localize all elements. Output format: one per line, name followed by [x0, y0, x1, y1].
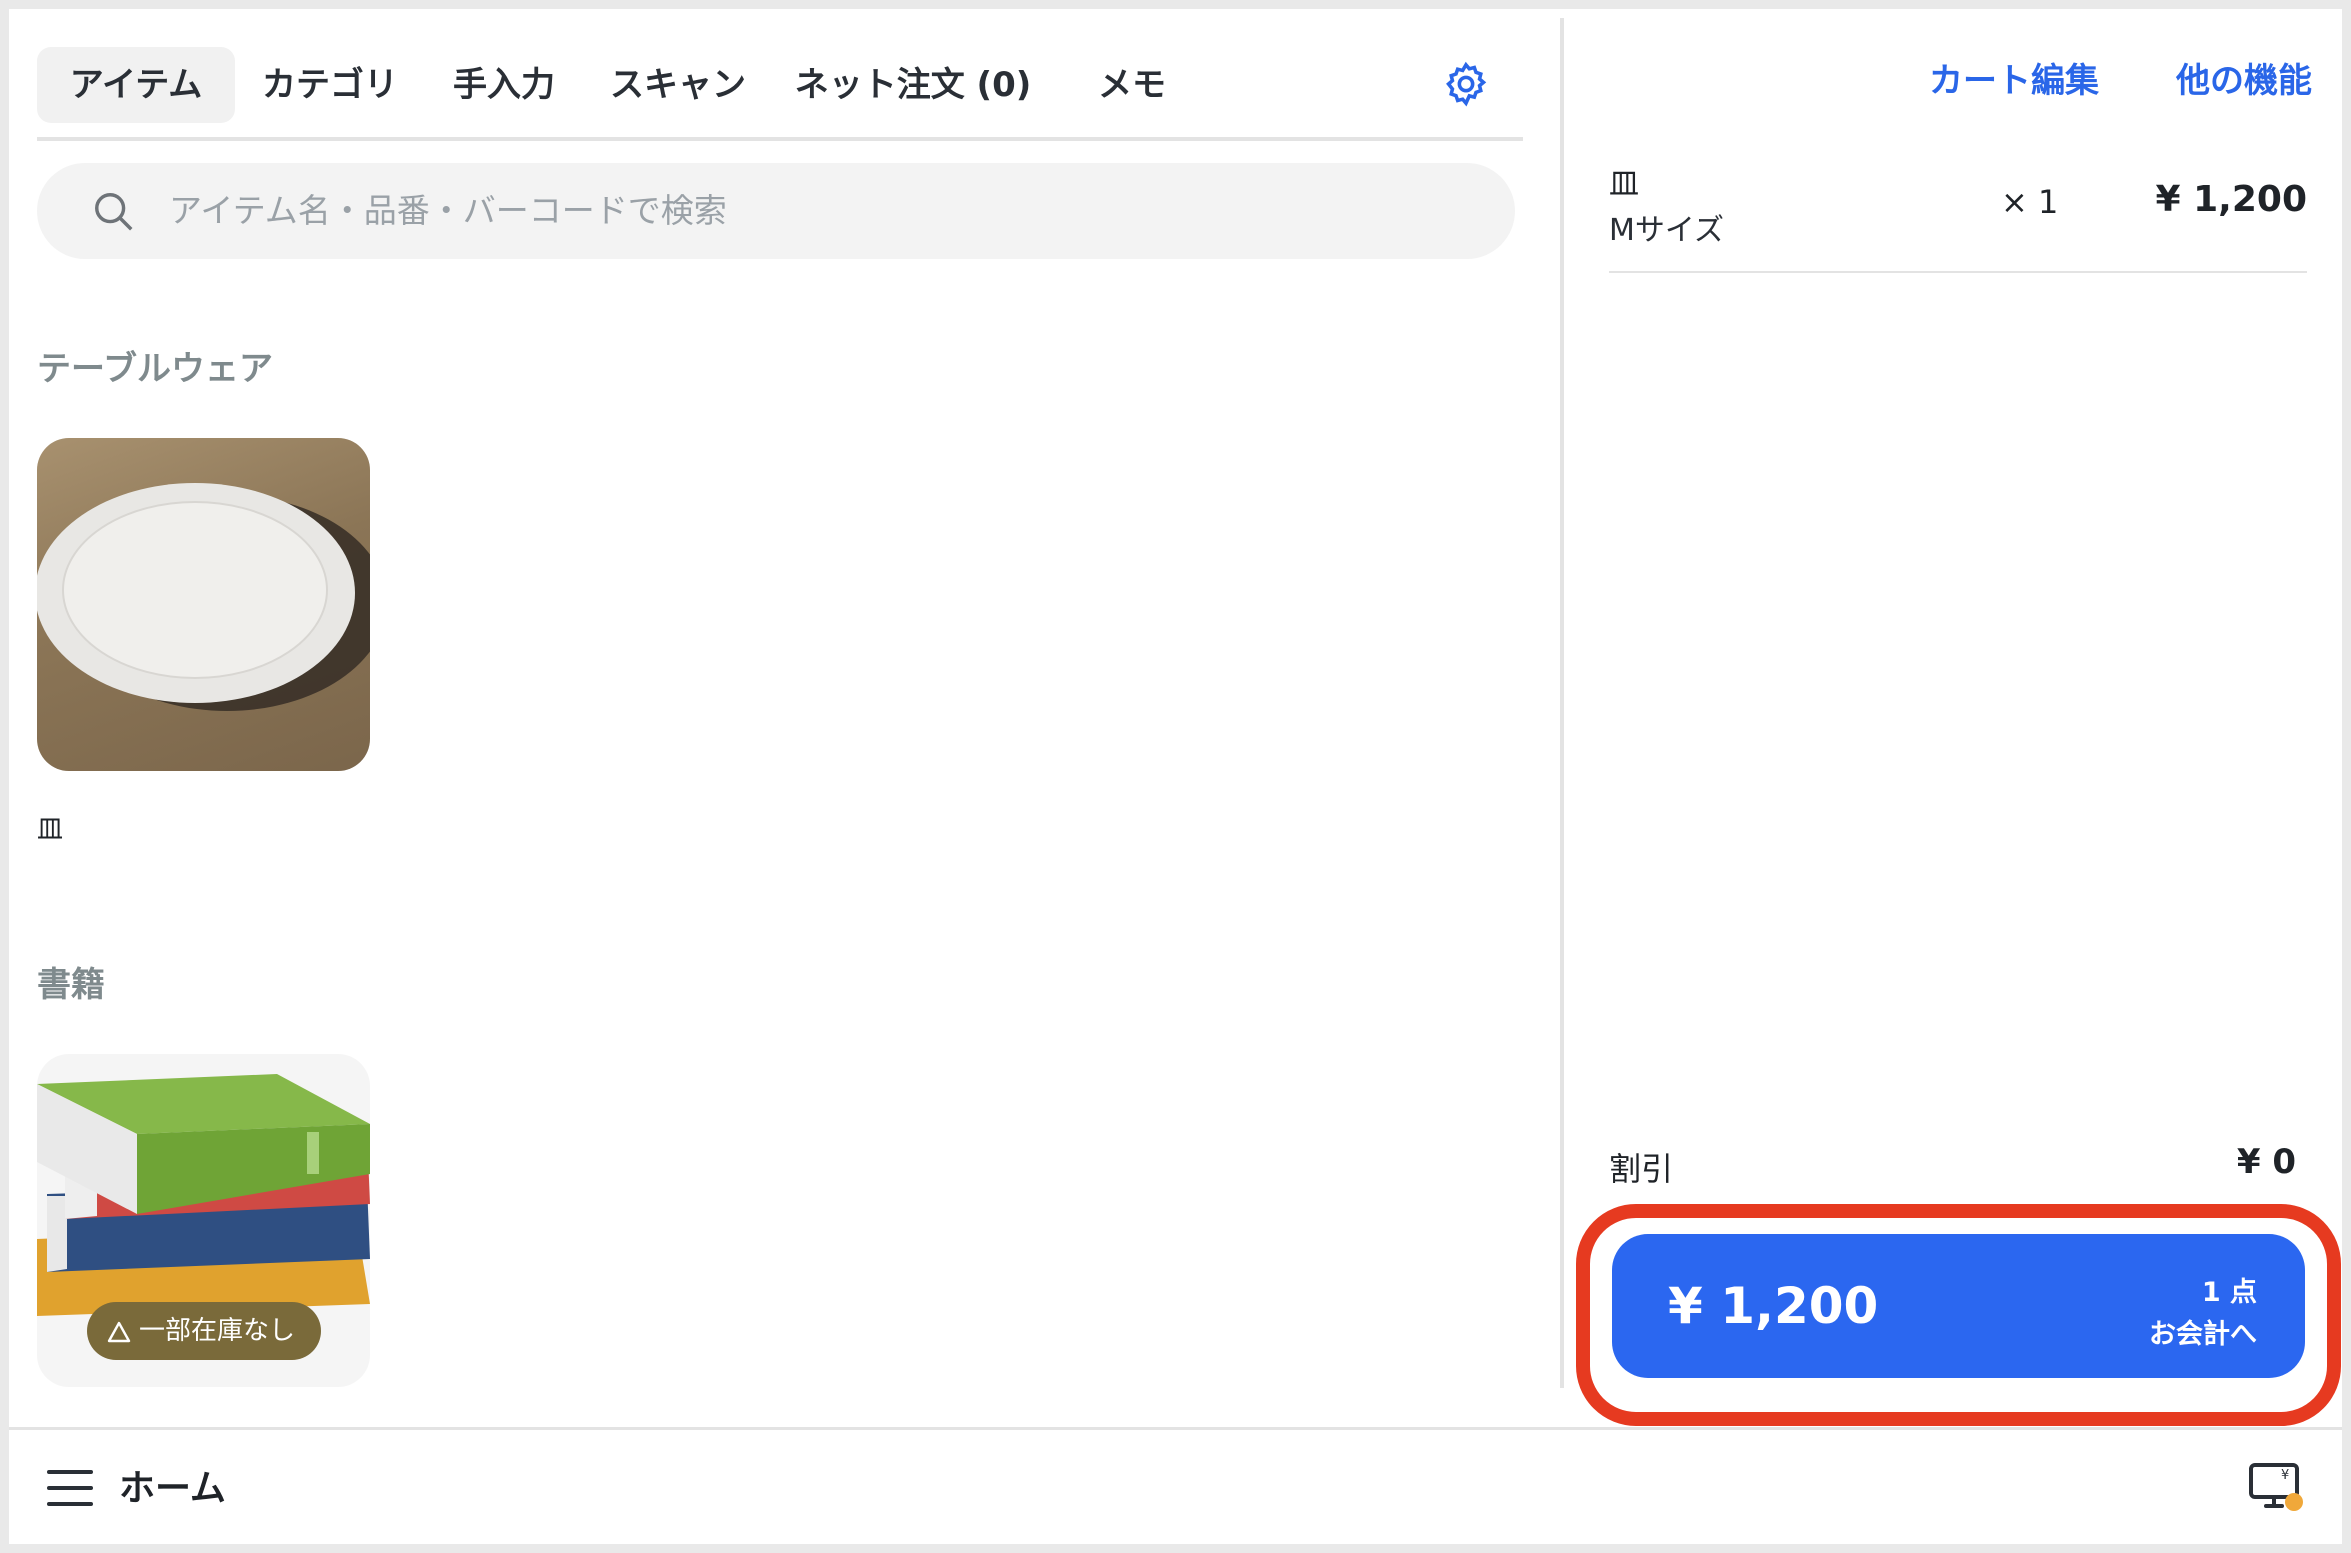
menu-icon[interactable] — [47, 1468, 93, 1512]
checkout-button[interactable]: ¥ 1,200 1 点 お会計へ — [1612, 1234, 2305, 1378]
tab-memo[interactable]: メモ — [1077, 47, 1187, 123]
item-tab-bar: アイテム カテゴリ 手入力 スキャン ネット注文 (0) メモ — [37, 37, 1523, 141]
section-title-tableware: テーブルウェア — [37, 349, 273, 389]
plate-image — [37, 483, 370, 711]
register-display-icon[interactable]: ¥ — [2248, 1462, 2306, 1518]
gear-icon[interactable] — [1441, 59, 1491, 109]
out-of-stock-badge: 一部在庫なし — [87, 1302, 322, 1360]
bottom-bar: ホーム ¥ — [9, 1427, 2342, 1544]
warning-triangle-icon — [107, 1321, 131, 1342]
search-bar[interactable]: アイテム名・品番・バーコードで検索 — [37, 163, 1515, 259]
cart-item-price: ¥ 1,200 — [2155, 179, 2307, 220]
tab-categories[interactable]: カテゴリ — [255, 47, 405, 123]
tab-manual-entry[interactable]: 手入力 — [445, 47, 563, 123]
item-tile-books[interactable]: 一部在庫なし — [37, 1054, 370, 1387]
checkout-label: お会計へ — [2149, 1319, 2257, 1350]
cart-item-name: 皿 — [1609, 167, 1639, 202]
cart-item-variant: Mサイズ — [1609, 213, 1724, 248]
tab-scan[interactable]: スキャン — [603, 47, 753, 123]
discount-label: 割引 — [1609, 1150, 1674, 1188]
item-tile-plate[interactable] — [37, 438, 370, 771]
stock-badge-label: 一部在庫なし — [139, 1316, 296, 1346]
home-label[interactable]: ホーム — [119, 1430, 226, 1544]
tab-online-orders[interactable]: ネット注文 (0) — [783, 47, 1043, 123]
svg-text:¥: ¥ — [2281, 1468, 2289, 1483]
checkout-item-count: 1 点 — [2201, 1277, 2257, 1308]
pos-register-screen: アイテム カテゴリ 手入力 スキャン ネット注文 (0) メモ アイテム名・品番… — [9, 9, 2342, 1544]
cart-item-quantity: × 1 — [2001, 183, 2059, 221]
panel-divider — [1560, 18, 1564, 1388]
tab-items[interactable]: アイテム — [37, 47, 235, 123]
cart-edit-link[interactable]: カート編集 — [1929, 53, 2099, 102]
search-icon — [91, 189, 137, 235]
more-functions-link[interactable]: 他の機能 — [2176, 53, 2312, 102]
cart-line-item[interactable]: 皿 Mサイズ × 1 ¥ 1,200 — [1609, 159, 2307, 273]
discount-value: ¥ 0 — [2236, 1142, 2296, 1182]
checkout-total: ¥ 1,200 — [1668, 1277, 1879, 1335]
item-name-plate: 皿 — [37, 815, 64, 845]
section-title-books: 書籍 — [37, 965, 105, 1005]
search-input[interactable]: アイテム名・品番・バーコードで検索 — [169, 163, 727, 259]
